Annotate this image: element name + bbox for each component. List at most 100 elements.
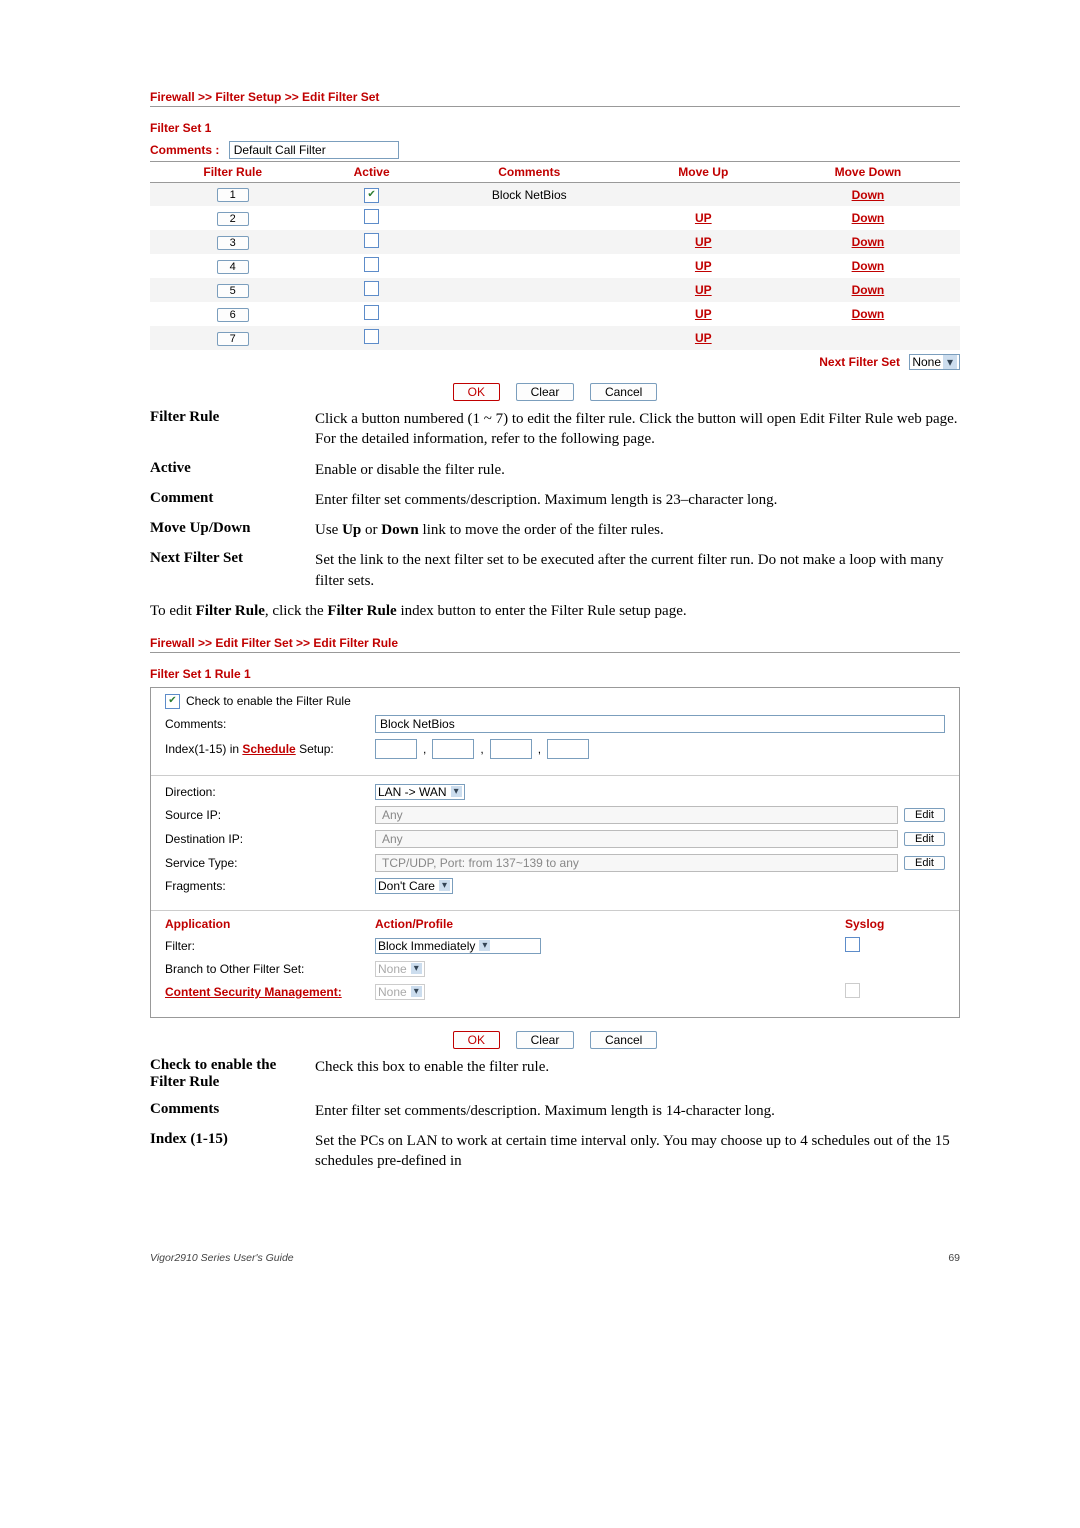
definition-desc: Check this box to enable the filter rule… [315, 1057, 549, 1091]
schedule-idx-1[interactable] [375, 739, 417, 759]
move-up-link[interactable]: UP [695, 283, 712, 297]
comments-label: Comments : [150, 143, 219, 157]
chevron-down-icon: ▾ [439, 880, 450, 891]
definition-desc: Set the link to the next filter set to b… [315, 550, 960, 591]
definition-term: Check to enable the Filter Rule [150, 1057, 315, 1091]
move-up-link[interactable]: UP [695, 331, 712, 345]
move-up-link[interactable]: UP [695, 259, 712, 273]
active-checkbox[interactable] [364, 188, 379, 203]
move-down-link[interactable]: Down [852, 211, 885, 225]
filter-label: Filter: [165, 939, 375, 953]
col-filter-rule: Filter Rule [150, 162, 315, 183]
filter-rule-button[interactable]: 3 [217, 236, 249, 250]
page-number: 69 [948, 1252, 960, 1264]
move-down-link[interactable]: Down [852, 188, 885, 202]
move-down-link[interactable]: Down [852, 283, 885, 297]
table-row: 7 UP [150, 326, 960, 350]
filter-rule-button[interactable]: 5 [217, 284, 249, 298]
clear-button-2[interactable]: Clear [516, 1031, 575, 1049]
service-type-label: Service Type: [165, 856, 375, 870]
table-row: 1Block NetBiosDown [150, 183, 960, 207]
dest-ip-label: Destination IP: [165, 832, 375, 846]
filter-rule-button[interactable]: 1 [217, 188, 249, 202]
chevron-down-icon: ▾ [451, 786, 462, 797]
move-down-link[interactable]: Down [852, 259, 885, 273]
active-checkbox[interactable] [364, 305, 379, 320]
definition-term: Comment [150, 490, 315, 510]
branch-select[interactable]: None▾ [375, 961, 425, 977]
definition-term: Comments [150, 1101, 315, 1121]
ok-button[interactable]: OK [453, 383, 500, 401]
active-checkbox[interactable] [364, 257, 379, 272]
schedule-index-label: Index(1-15) in Schedule Setup: [165, 742, 375, 756]
csm-select[interactable]: None▾ [375, 984, 425, 1000]
breadcrumb-1: Firewall >> Filter Setup >> Edit Filter … [150, 90, 960, 104]
rule-comments-label: Comments: [165, 717, 375, 731]
definition-desc: Set the PCs on LAN to work at certain ti… [315, 1131, 960, 1172]
filter-rule-button[interactable]: 4 [217, 260, 249, 274]
table-row: 6 UP Down [150, 302, 960, 326]
ok-button-2[interactable]: OK [453, 1031, 500, 1049]
definition-desc: Enter filter set comments/description. M… [315, 1101, 775, 1121]
service-type-edit-button[interactable]: Edit [904, 856, 945, 870]
branch-label: Branch to Other Filter Set: [165, 962, 375, 976]
csm-link[interactable]: Content Security Management: [165, 985, 342, 999]
chevron-down-icon: ▾ [479, 940, 490, 951]
filter-rule-button[interactable]: 6 [217, 308, 249, 322]
source-ip-value: Any [375, 806, 898, 824]
cancel-button[interactable]: Cancel [590, 383, 657, 401]
schedule-idx-2[interactable] [432, 739, 474, 759]
active-checkbox[interactable] [364, 233, 379, 248]
move-down-link[interactable]: Down [852, 307, 885, 321]
rule-comment [428, 254, 631, 278]
cancel-button-2[interactable]: Cancel [590, 1031, 657, 1049]
move-up-link[interactable]: UP [695, 307, 712, 321]
filter-action-select[interactable]: Block Immediately▾ [375, 938, 541, 954]
definition-term: Active [150, 460, 315, 480]
breadcrumb-2: Firewall >> Edit Filter Set >> Edit Filt… [150, 636, 960, 650]
dest-ip-value: Any [375, 830, 898, 848]
active-checkbox[interactable] [364, 281, 379, 296]
table-row: 5 UP Down [150, 278, 960, 302]
body-text-1: To edit Filter Rule, click the Filter Ru… [150, 603, 960, 620]
schedule-link[interactable]: Schedule [242, 742, 295, 756]
col-active: Active [315, 162, 427, 183]
col-move-down: Move Down [776, 162, 960, 183]
next-filter-select[interactable]: None▾ [909, 354, 960, 370]
rule-comment [428, 302, 631, 326]
clear-button[interactable]: Clear [516, 383, 575, 401]
comments-input[interactable] [229, 141, 399, 159]
application-header: Application [165, 917, 375, 931]
definition-desc: Enter filter set comments/description. M… [315, 490, 777, 510]
direction-label: Direction: [165, 785, 375, 799]
fragments-select[interactable]: Don't Care▾ [375, 878, 453, 894]
definition-term: Move Up/Down [150, 520, 315, 540]
definition-term: Filter Rule [150, 409, 315, 450]
definition-desc: Use Up or Down link to move the order of… [315, 520, 664, 540]
rule-comment [428, 230, 631, 254]
move-up-link[interactable]: UP [695, 211, 712, 225]
direction-select[interactable]: LAN -> WAN▾ [375, 784, 465, 800]
definition-desc: Enable or disable the filter rule. [315, 460, 505, 480]
filter-rule-button[interactable]: 2 [217, 212, 249, 226]
schedule-idx-4[interactable] [547, 739, 589, 759]
rule-comments-input[interactable] [375, 715, 945, 733]
definition-term: Next Filter Set [150, 550, 315, 591]
filter-set-title: Filter Set 1 [150, 121, 960, 135]
move-up-link[interactable]: UP [695, 235, 712, 249]
table-row: 3 UP Down [150, 230, 960, 254]
active-checkbox[interactable] [364, 329, 379, 344]
filter-rule-button[interactable]: 7 [217, 332, 249, 346]
dest-ip-edit-button[interactable]: Edit [904, 832, 945, 846]
source-ip-label: Source IP: [165, 808, 375, 822]
definition-desc: Click a button numbered (1 ~ 7) to edit … [315, 409, 960, 450]
move-down-link[interactable]: Down [852, 235, 885, 249]
enable-rule-checkbox[interactable] [165, 694, 180, 709]
syslog-filter-checkbox[interactable] [845, 937, 860, 952]
active-checkbox[interactable] [364, 209, 379, 224]
source-ip-edit-button[interactable]: Edit [904, 808, 945, 822]
schedule-idx-3[interactable] [490, 739, 532, 759]
chevron-down-icon: ▾ [943, 355, 957, 369]
chevron-down-icon: ▾ [411, 963, 422, 974]
table-row: 2 UP Down [150, 206, 960, 230]
